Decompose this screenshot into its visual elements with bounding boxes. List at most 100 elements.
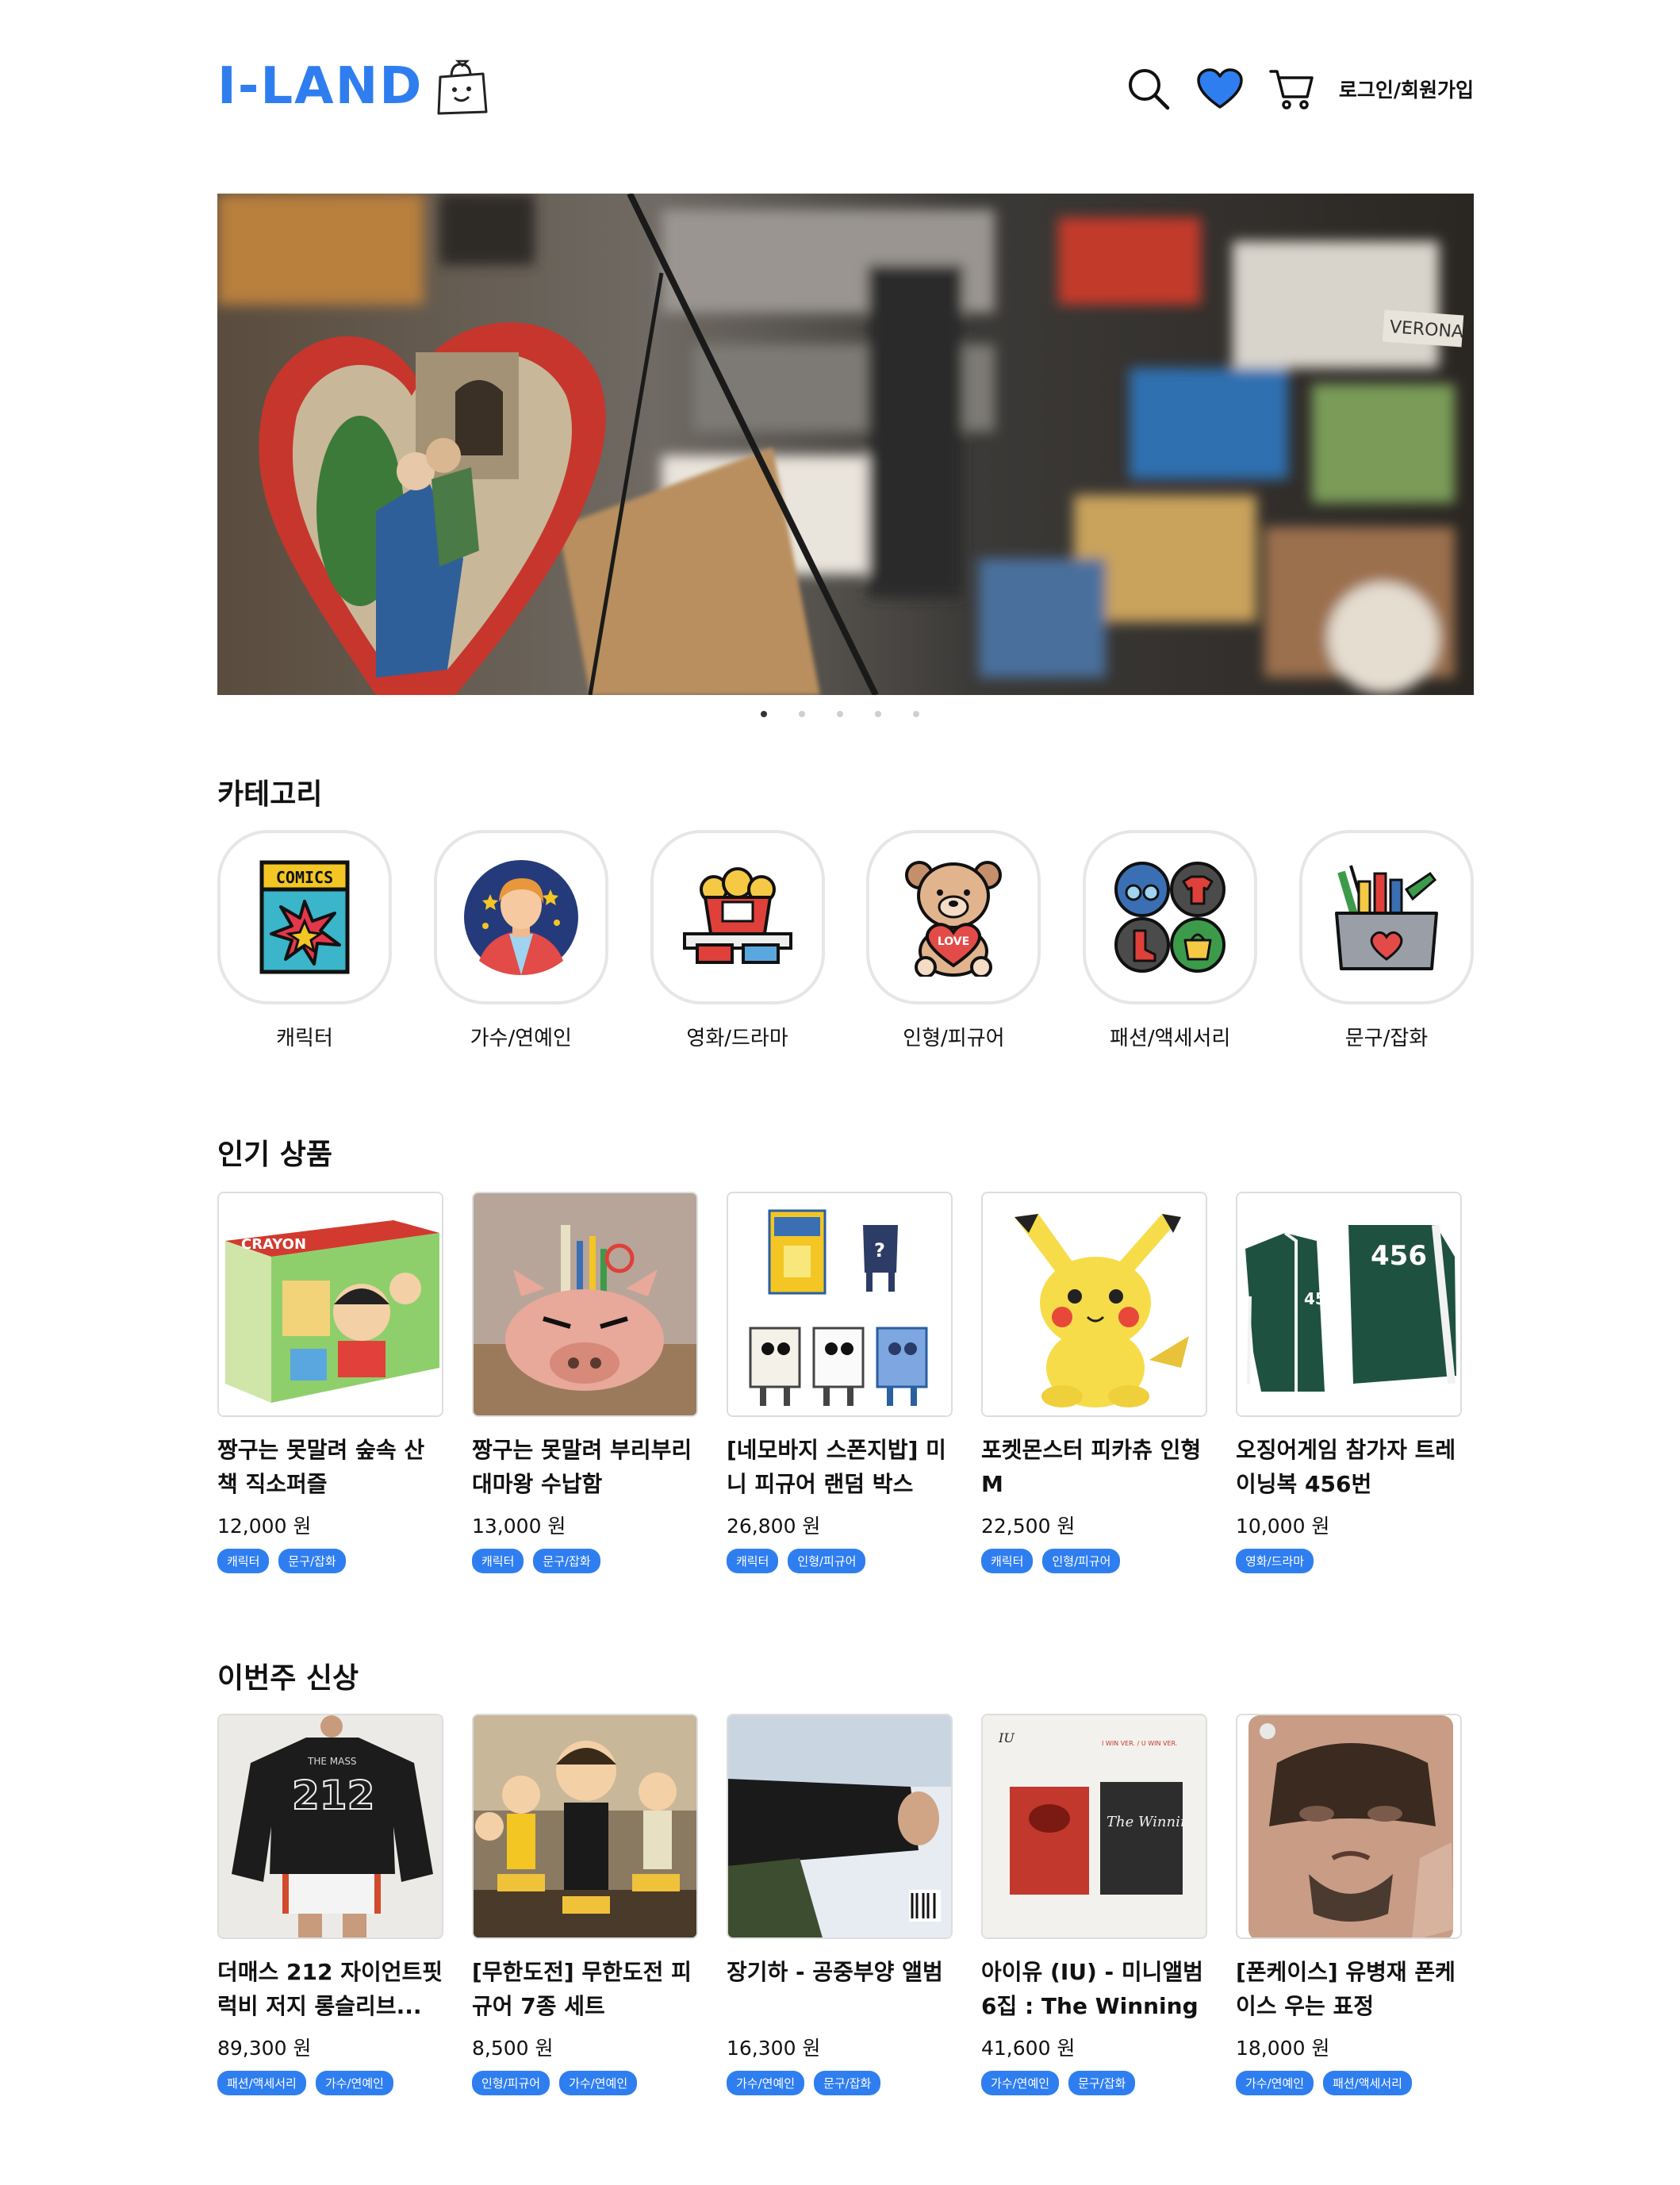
product-image	[472, 1714, 698, 1939]
product-name: 포켓몬스터 피카츄 인형 M	[981, 1437, 1202, 1497]
puzzle-box-text: CRAYON	[241, 1236, 306, 1253]
category-list: COMICS 캐릭터 가수/연예인 영화/드라마 LOVE 인형/피규어 패션/…	[217, 830, 1474, 1051]
category-label: 인형/피규어	[903, 1027, 1005, 1050]
category-stationery[interactable]: 문구/잡화	[1298, 830, 1474, 1051]
product-tag[interactable]: 영화/드라마	[1236, 1549, 1314, 1573]
banner-dot-4[interactable]	[875, 711, 881, 717]
product-card[interactable]: 포켓몬스터 피카츄 인형 M 22,500 원 캐릭터 인형/피규어	[981, 1192, 1207, 1573]
banner-dot-5[interactable]	[913, 711, 919, 717]
product-tags: 가수/연예인 패션/액세서리	[1236, 2071, 1462, 2095]
category-icon-frame	[650, 830, 825, 1004]
product-card[interactable]: THE MASS 212 더매스 212 자이언트핏 럭비 저지 롱슬리브...…	[217, 1714, 443, 2095]
product-image: THE MASS 212	[217, 1714, 443, 1939]
product-tag[interactable]: 문구/잡화	[278, 1549, 346, 1573]
category-label: 문구/잡화	[1344, 1027, 1429, 1050]
product-card[interactable]: ? [네모바지 스폰지밥] 미니 피규어 랜덤 박스 26,800 원 캐릭터 …	[727, 1192, 953, 1573]
product-tag[interactable]: 문구/잡화	[533, 1549, 600, 1573]
category-icon-frame	[1298, 830, 1474, 1004]
product-price: 16,300 원	[727, 2037, 821, 2060]
category-label: 패션/액세서리	[1110, 1027, 1231, 1050]
tracksuit-front-text: 456	[1304, 1289, 1337, 1308]
banner-dot-1[interactable]	[761, 711, 767, 717]
product-tag[interactable]: 가수/연예인	[727, 2071, 805, 2095]
album-title-text: The Winning	[1107, 1814, 1199, 1830]
category-movie-drama[interactable]: 영화/드라마	[650, 830, 825, 1051]
banner-dot-3[interactable]	[837, 711, 843, 717]
product-tags: 캐릭터 문구/잡화	[217, 1549, 443, 1573]
product-tag[interactable]: 패션/액세서리	[1323, 2071, 1412, 2095]
product-tag[interactable]: 캐릭터	[217, 1549, 270, 1573]
product-tags: 패션/액세서리 가수/연예인	[217, 2071, 443, 2095]
product-name: 짱구는 못말려 숲속 산책 직소퍼즐	[217, 1437, 425, 1497]
heart-icon[interactable]	[1196, 65, 1244, 113]
product-price: 10,000 원	[1236, 1515, 1330, 1538]
category-doll-figure[interactable]: LOVE 인형/피규어	[866, 830, 1041, 1051]
product-image: IU I WIN VER. / U WIN VER. The Winning	[981, 1714, 1207, 1939]
popular-product-list: CRAYON 짱구는 못말려 숲속 산책 직소퍼즐 12,000 원 캐릭터 문…	[217, 1192, 1474, 1573]
product-price: 13,000 원	[472, 1515, 566, 1538]
category-label: 영화/드라마	[686, 1027, 788, 1050]
jersey-number-text: 212	[292, 1772, 374, 1818]
product-image: 456 456	[1236, 1192, 1462, 1417]
product-card[interactable]: 짱구는 못말려 부리부리 대마왕 수납함 13,000 원 캐릭터 문구/잡화	[472, 1192, 698, 1573]
tracksuit-back-text: 456	[1371, 1240, 1427, 1272]
product-tag[interactable]: 인형/피규어	[788, 1549, 866, 1573]
product-tag[interactable]: 문구/잡화	[1068, 2071, 1136, 2095]
category-singer[interactable]: 가수/연예인	[433, 830, 608, 1051]
category-fashion[interactable]: 패션/액세서리	[1083, 830, 1258, 1051]
product-tag[interactable]: 인형/피규어	[472, 2071, 550, 2095]
category-character[interactable]: COMICS 캐릭터	[217, 830, 392, 1051]
category-icon-frame	[433, 830, 608, 1004]
product-tags: 캐릭터 인형/피규어	[981, 1549, 1207, 1573]
mystery-box-text: ?	[874, 1239, 885, 1261]
product-tag[interactable]: 가수/연예인	[559, 2071, 638, 2095]
product-price: 89,300 원	[217, 2037, 312, 2060]
cart-icon[interactable]	[1268, 65, 1315, 113]
product-price: 18,000 원	[1236, 2037, 1330, 2060]
product-tag[interactable]: 가수/연예인	[315, 2071, 393, 2095]
new-arrivals-section-title: 이번주 신상	[217, 1662, 359, 1695]
login-signup-link[interactable]: 로그인/회원가입	[1339, 75, 1474, 103]
product-card[interactable]: [무한도전] 무한도전 피규어 7종 세트 8,500 원 인형/피규어 가수/…	[472, 1714, 698, 2095]
product-tag[interactable]: 문구/잡화	[814, 2071, 881, 2095]
search-icon[interactable]	[1125, 65, 1172, 113]
comics-book-icon: COMICS	[259, 860, 350, 974]
product-name: [폰케이스] 유병재 폰케이스 우는 표정	[1236, 1959, 1456, 2019]
fashion-accessories-icon	[1114, 862, 1226, 973]
product-price: 12,000 원	[217, 1515, 312, 1538]
product-name: 짱구는 못말려 부리부리 대마왕 수납함	[472, 1437, 692, 1497]
site-header: I-LAND 로그인/회원가입	[217, 49, 1474, 129]
product-image	[1236, 1714, 1462, 1939]
album-brand-text: IU	[998, 1730, 1015, 1745]
product-tag[interactable]: 캐릭터	[472, 1549, 524, 1573]
product-tags: 캐릭터 인형/피규어	[727, 1549, 953, 1573]
popular-section-title: 인기 상품	[217, 1139, 333, 1171]
product-card[interactable]: 456 456 오징어게임 참가자 트레이닝복 456번 10,000 원 영화…	[1236, 1192, 1462, 1573]
product-card[interactable]: CRAYON 짱구는 못말려 숲속 산책 직소퍼즐 12,000 원 캐릭터 문…	[217, 1192, 443, 1573]
hero-banner[interactable]: VERONA	[217, 194, 1474, 695]
product-image	[727, 1714, 953, 1939]
product-name: [무한도전] 무한도전 피규어 7종 세트	[472, 1959, 692, 2019]
product-tag[interactable]: 캐릭터	[727, 1549, 779, 1573]
product-image	[472, 1192, 698, 1417]
product-name: 장기하 - 공중부양 앨범	[727, 1959, 943, 1985]
product-image: ?	[727, 1192, 953, 1417]
logo-text: I-LAND	[217, 57, 424, 116]
product-tags: 가수/연예인 문구/잡화	[981, 2071, 1207, 2095]
product-tag[interactable]: 캐릭터	[981, 1549, 1034, 1573]
product-card[interactable]: 장기하 - 공중부양 앨범 16,300 원 가수/연예인 문구/잡화	[727, 1714, 953, 2095]
product-tag[interactable]: 가수/연예인	[981, 2071, 1060, 2095]
product-tag[interactable]: 패션/액세서리	[217, 2071, 306, 2095]
product-name: 더매스 212 자이언트핏 럭비 저지 롱슬리브...	[217, 1959, 443, 2019]
category-label: 가수/연예인	[470, 1027, 572, 1050]
category-icon-frame: LOVE	[866, 830, 1041, 1004]
logo[interactable]: I-LAND	[217, 57, 489, 116]
product-tags: 영화/드라마	[1236, 1549, 1462, 1573]
product-name: 아이유 (IU) - 미니앨범 6집 : The Winning [2...	[981, 1959, 1203, 2019]
product-tag[interactable]: 가수/연예인	[1236, 2071, 1314, 2095]
banner-dot-2[interactable]	[799, 711, 805, 717]
product-card[interactable]: IU I WIN VER. / U WIN VER. The Winning 아…	[981, 1714, 1207, 2095]
product-tags: 캐릭터 문구/잡화	[472, 1549, 698, 1573]
product-tag[interactable]: 인형/피규어	[1042, 1549, 1121, 1573]
product-card[interactable]: [폰케이스] 유병재 폰케이스 우는 표정 18,000 원 가수/연예인 패션…	[1236, 1714, 1462, 2095]
